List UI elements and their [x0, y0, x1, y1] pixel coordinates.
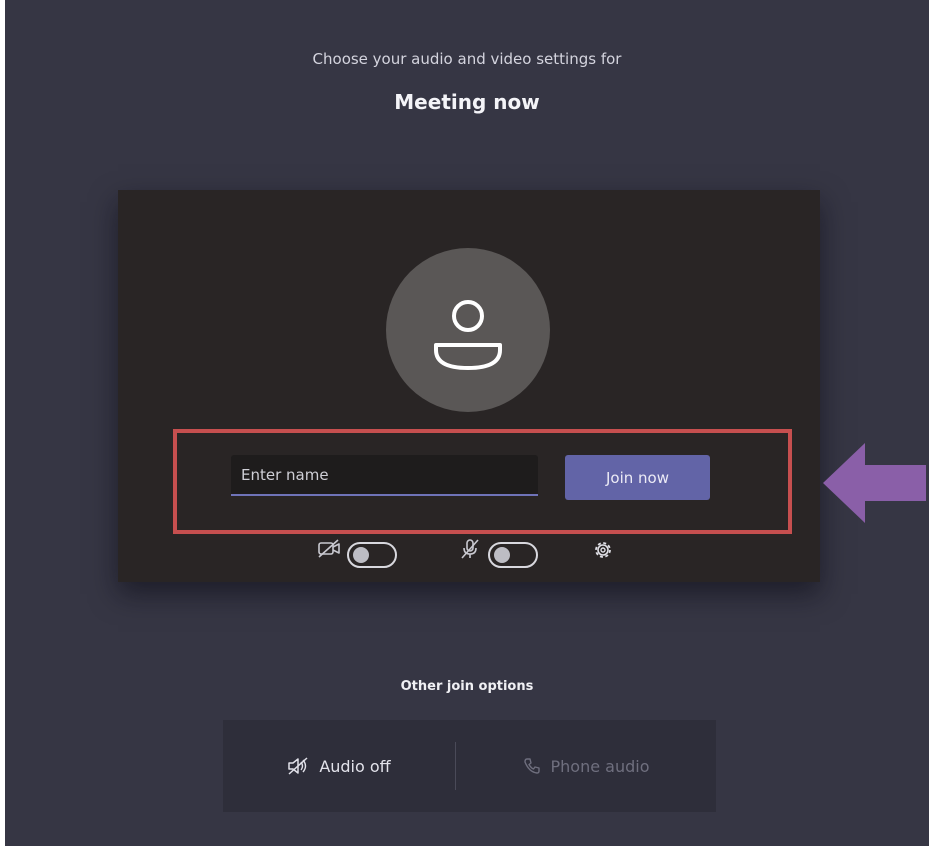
pointer-arrow-icon [823, 443, 926, 523]
join-now-button[interactable]: Join now [565, 455, 710, 500]
camera-off-icon [318, 539, 340, 558]
camera-toggle[interactable] [347, 542, 397, 568]
camera-toggle-knob [353, 547, 369, 563]
audio-off-label: Audio off [319, 756, 391, 776]
phone-icon [523, 758, 540, 774]
phone-audio-label: Phone audio [550, 756, 650, 776]
other-join-options-bar: Audio off Phone audio [223, 720, 716, 812]
audio-off-button[interactable]: Audio off [223, 720, 455, 812]
settings-subtitle: Choose your audio and video settings for [312, 50, 622, 68]
avatar [386, 248, 550, 412]
meeting-title: Meeting now [394, 90, 540, 114]
phone-audio-button[interactable]: Phone audio [456, 720, 716, 812]
person-icon [434, 300, 502, 370]
microphone-toggle[interactable] [488, 542, 538, 568]
speaker-off-icon [288, 757, 308, 775]
pre-join-screen: Choose your audio and video settings for… [5, 0, 929, 846]
video-preview-card: Join now [118, 190, 820, 582]
gear-icon[interactable] [591, 538, 615, 562]
name-input[interactable] [231, 455, 538, 496]
microphone-toggle-knob [494, 547, 510, 563]
mic-off-icon [461, 539, 479, 559]
other-join-options-label: Other join options [400, 679, 534, 694]
